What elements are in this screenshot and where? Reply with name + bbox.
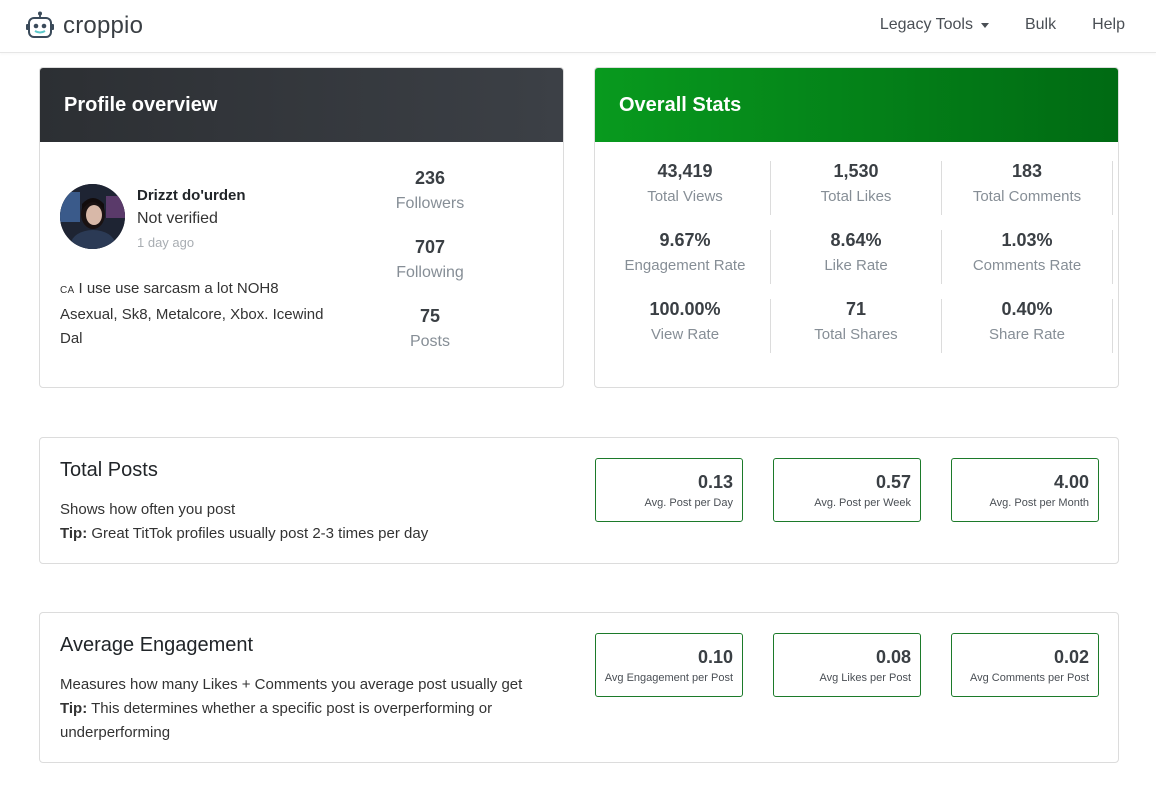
- stat-view-rate: 100.00% View Rate: [600, 299, 771, 353]
- stat-label: View Rate: [650, 326, 720, 343]
- average-engagement-description: Measures how many Likes + Comments you a…: [60, 673, 560, 745]
- metric-avg-post-per-week: 0.57 Avg. Post per Week: [773, 458, 921, 522]
- stat-value: 71: [845, 299, 867, 319]
- metric-label: Avg. Post per Day: [644, 497, 733, 509]
- stat-comments-rate: 1.03% Comments Rate: [942, 230, 1113, 284]
- stat-label: Total Shares: [814, 326, 898, 343]
- stat-value: 0.40%: [1001, 299, 1053, 319]
- tip-label: Tip:: [60, 700, 88, 717]
- followers-stat: 236 Followers: [380, 168, 480, 213]
- average-engagement-tip: Tip: This determines whether a specific …: [60, 697, 560, 745]
- stat-value: 8.64%: [830, 230, 882, 250]
- followers-value: 236: [414, 168, 446, 188]
- stat-value: 9.67%: [659, 230, 711, 250]
- stat-total-likes: 1,530 Total Likes: [771, 161, 942, 215]
- nav-links: Legacy Tools Bulk Help: [844, 16, 1125, 34]
- following-label: Following: [396, 264, 464, 281]
- brand-link[interactable]: croppio: [25, 11, 143, 41]
- profile-overview-card: Profile overview Drizzt do'urden Not ver…: [39, 67, 564, 388]
- caret-down-icon: [980, 22, 989, 28]
- avatar: [60, 184, 125, 249]
- total-posts-description: Shows how often you post Tip: Great TitT…: [60, 498, 560, 546]
- stat-value: 183: [1011, 161, 1043, 181]
- metric-value: 0.02: [1053, 647, 1089, 667]
- verification-status: Not verified: [137, 210, 218, 227]
- navbar: croppio Legacy Tools Bulk Help: [0, 0, 1156, 53]
- robot-logo-icon: [26, 11, 54, 38]
- total-posts-title: Total Posts: [60, 459, 158, 481]
- metric-label: Avg Comments per Post: [969, 672, 1089, 684]
- following-value: 707: [414, 237, 446, 257]
- profile-timestamp: 1 day ago: [137, 235, 195, 250]
- tip-text: Great TitTok profiles usually post 2-3 t…: [91, 525, 429, 542]
- metric-avg-comments-per-post: 0.02 Avg Comments per Post: [951, 633, 1099, 697]
- posts-stat: 75 Posts: [380, 306, 480, 351]
- average-engagement-title: Average Engagement: [60, 634, 254, 656]
- profile-overview-header: Profile overview: [40, 68, 563, 142]
- stat-label: Total Likes: [820, 188, 892, 205]
- metric-label: Avg. Post per Week: [814, 497, 911, 509]
- average-engagement-card: Average Engagement Measures how many Lik…: [39, 612, 1119, 763]
- metric-avg-engagement-per-post: 0.10 Avg Engagement per Post: [595, 633, 743, 697]
- metric-value: 0.57: [875, 472, 911, 492]
- profile-bio: CA I use use sarcasm a lot NOH8 Asexual, …: [60, 277, 330, 351]
- metric-value: 4.00: [1053, 472, 1089, 492]
- total-posts-desc-text: Shows how often you post: [60, 501, 236, 518]
- nav-legacy-tools-dropdown[interactable]: Legacy Tools: [880, 16, 989, 34]
- followers-label: Followers: [395, 195, 465, 212]
- metric-avg-post-per-day: 0.13 Avg. Post per Day: [595, 458, 743, 522]
- stat-label: Engagement Rate: [624, 257, 746, 274]
- total-posts-card: Total Posts Shows how often you post Tip…: [39, 437, 1119, 564]
- metric-value: 0.10: [697, 647, 733, 667]
- metric-avg-likes-per-post: 0.08 Avg Likes per Post: [773, 633, 921, 697]
- stat-value: 100.00%: [649, 299, 721, 319]
- stat-label: Like Rate: [824, 257, 888, 274]
- stat-engagement-rate: 9.67% Engagement Rate: [600, 230, 771, 284]
- metric-value: 0.13: [697, 472, 733, 492]
- nav-legacy-tools-label: Legacy Tools: [879, 16, 973, 33]
- posts-label: Posts: [409, 333, 450, 350]
- stat-total-views: 43,419 Total Views: [600, 161, 771, 215]
- metric-avg-post-per-month: 4.00 Avg. Post per Month: [951, 458, 1099, 522]
- stat-value: 43,419: [657, 161, 713, 181]
- nav-help-link[interactable]: Help: [1092, 16, 1125, 34]
- tip-label: Tip:: [60, 525, 88, 542]
- stat-value: 1.03%: [1001, 230, 1053, 250]
- avatar-image: [60, 184, 125, 249]
- country-flag: CA: [60, 285, 75, 296]
- following-stat: 707 Following: [380, 237, 480, 282]
- tip-text: This determines whether a specific post …: [60, 700, 493, 741]
- metric-label: Avg. Post per Month: [989, 497, 1089, 509]
- stat-share-rate: 0.40% Share Rate: [942, 299, 1113, 353]
- stat-like-rate: 8.64% Like Rate: [771, 230, 942, 284]
- stat-value: 1,530: [833, 161, 879, 181]
- metric-label: Avg Likes per Post: [819, 672, 911, 684]
- stat-total-comments: 183 Total Comments: [942, 161, 1113, 215]
- stat-label: Total Views: [647, 188, 723, 205]
- average-engagement-desc-text: Measures how many Likes + Comments you a…: [60, 676, 523, 693]
- stat-label: Share Rate: [989, 326, 1065, 343]
- profile-name: Drizzt do'urden: [137, 187, 246, 204]
- total-posts-tip: Tip: Great TitTok profiles usually post …: [60, 522, 560, 546]
- brand-name: croppio: [63, 12, 144, 39]
- metric-label: Avg Engagement per Post: [604, 672, 733, 684]
- stat-label: Comments Rate: [972, 257, 1082, 274]
- bio-text: I use use sarcasm a lot NOH8 Asexual, Sk…: [60, 280, 324, 347]
- stat-label: Total Comments: [972, 188, 1082, 205]
- overall-stats-card: Overall Stats 43,419 Total Views 1,530 T…: [594, 67, 1119, 388]
- nav-bulk-link[interactable]: Bulk: [1025, 16, 1056, 34]
- overall-stats-header: Overall Stats: [595, 68, 1118, 142]
- posts-value: 75: [419, 306, 441, 326]
- metric-value: 0.08: [875, 647, 911, 667]
- stat-total-shares: 71 Total Shares: [771, 299, 942, 353]
